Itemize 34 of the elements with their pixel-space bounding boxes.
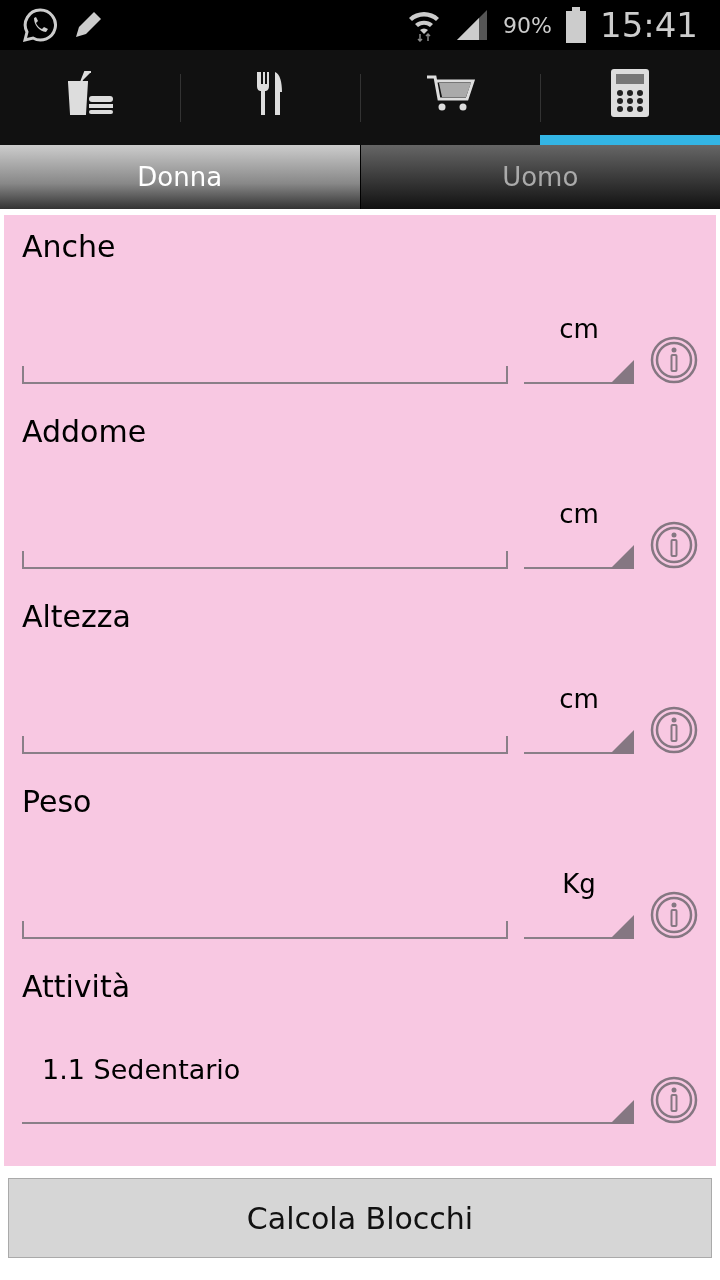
calculator-icon	[611, 68, 649, 117]
input-field[interactable]	[22, 551, 508, 569]
info-icon[interactable]	[650, 336, 698, 384]
dropdown-arrow-icon	[610, 730, 634, 754]
input-field[interactable]	[22, 366, 508, 384]
dropdown-arrow-icon	[610, 360, 634, 384]
info-icon[interactable]	[650, 521, 698, 569]
drink-burger-icon	[65, 69, 115, 116]
unit-dropdown[interactable]: Kg	[524, 869, 634, 939]
battery-level: 90%	[503, 12, 552, 38]
input-field[interactable]	[22, 921, 508, 939]
calculate-button[interactable]: Calcola Blocchi	[8, 1178, 712, 1258]
input-field[interactable]	[22, 736, 508, 754]
battery-icon	[566, 7, 586, 43]
field-label: Peso	[22, 784, 93, 819]
dropdown-arrow-icon	[610, 545, 634, 569]
clock: 15:41	[600, 5, 698, 45]
chat-icon	[22, 7, 58, 43]
field-label: Anche	[22, 229, 117, 264]
field-label: Addome	[22, 414, 148, 449]
dropdown-arrow-icon	[610, 915, 634, 939]
unit-dropdown[interactable]: cm	[524, 314, 634, 384]
field-label: Attività	[22, 969, 132, 1004]
unit-dropdown[interactable]: cm	[524, 499, 634, 569]
info-icon[interactable]	[650, 1076, 698, 1124]
unit-dropdown[interactable]: cm	[524, 684, 634, 754]
fork-knife-icon	[255, 69, 285, 116]
gender-tab[interactable]: Uomo	[360, 145, 720, 209]
activity-dropdown[interactable]: 1.1 Sedentario	[22, 1054, 634, 1124]
dropdown-arrow-icon	[610, 1100, 634, 1124]
signal-icon	[455, 8, 490, 42]
field-label: Altezza	[22, 599, 132, 634]
info-icon[interactable]	[650, 891, 698, 939]
info-icon[interactable]	[650, 706, 698, 754]
